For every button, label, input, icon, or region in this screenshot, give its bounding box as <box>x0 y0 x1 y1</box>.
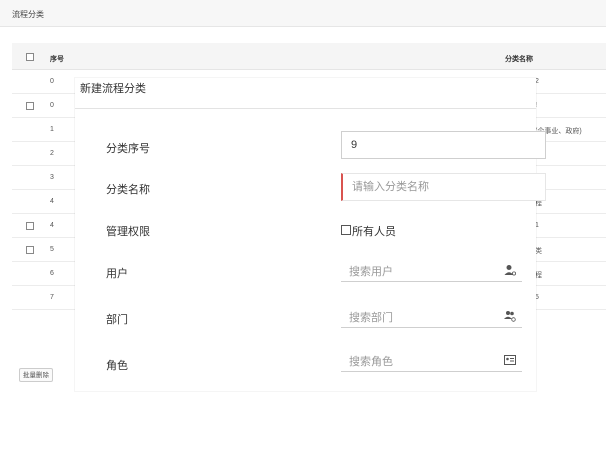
row-index: 2 <box>50 150 54 157</box>
id-card-icon <box>504 355 516 365</box>
row-checkbox[interactable] <box>26 102 34 110</box>
department-label: 部门 <box>106 314 128 326</box>
modal-title: 新建流程分类 <box>80 83 146 95</box>
order-input[interactable]: 9 <box>341 131 546 159</box>
table-header: 序号 分类名称 <box>12 43 606 70</box>
row-index: 4 <box>50 198 54 205</box>
row-checkbox[interactable] <box>26 246 34 254</box>
row-name: 类 <box>535 248 542 255</box>
role-search-placeholder: 搜索角色 <box>349 356 393 368</box>
user-search-input[interactable]: 搜索用户 <box>341 258 522 282</box>
permission-label: 管理权限 <box>106 226 150 238</box>
row-index: 0 <box>50 102 54 109</box>
column-header-index: 序号 <box>50 56 64 63</box>
user-icon <box>504 265 516 276</box>
name-label: 分类名称 <box>106 184 150 196</box>
department-search-input[interactable]: 搜索部门 <box>341 304 522 328</box>
name-input[interactable]: 请输入分类名称 <box>341 173 546 201</box>
user-label: 用户 <box>106 268 128 280</box>
group-icon <box>504 311 516 322</box>
row-index: 7 <box>50 294 54 301</box>
row-index: 4 <box>50 222 54 229</box>
all-staff-label: 所有人员 <box>352 226 396 238</box>
page-title: 流程分类 <box>12 10 44 19</box>
new-category-modal: 新建流程分类 分类序号 9 分类名称 请输入分类名称 管理权限 所有人员 用户 … <box>75 78 546 391</box>
row-index: 6 <box>50 270 54 277</box>
role-search-input[interactable]: 搜索角色 <box>341 348 522 372</box>
top-bar: 流程分类 <box>0 0 606 27</box>
role-label: 角色 <box>106 360 128 372</box>
row-index: 0 <box>50 78 54 85</box>
row-checkbox[interactable] <box>26 222 34 230</box>
order-label: 分类序号 <box>106 143 150 155</box>
select-all-checkbox[interactable] <box>26 53 34 61</box>
row-name: 程 <box>535 272 542 279</box>
department-search-placeholder: 搜索部门 <box>349 312 393 324</box>
modal-header: 新建流程分类 <box>75 78 536 109</box>
row-index: 1 <box>50 126 54 133</box>
user-search-placeholder: 搜索用户 <box>349 266 393 278</box>
row-index: 3 <box>50 174 54 181</box>
batch-delete-button[interactable]: 批量删除 <box>19 368 53 382</box>
all-staff-checkbox[interactable] <box>341 225 351 235</box>
row-index: 5 <box>50 246 54 253</box>
column-header-name: 分类名称 <box>505 56 533 63</box>
